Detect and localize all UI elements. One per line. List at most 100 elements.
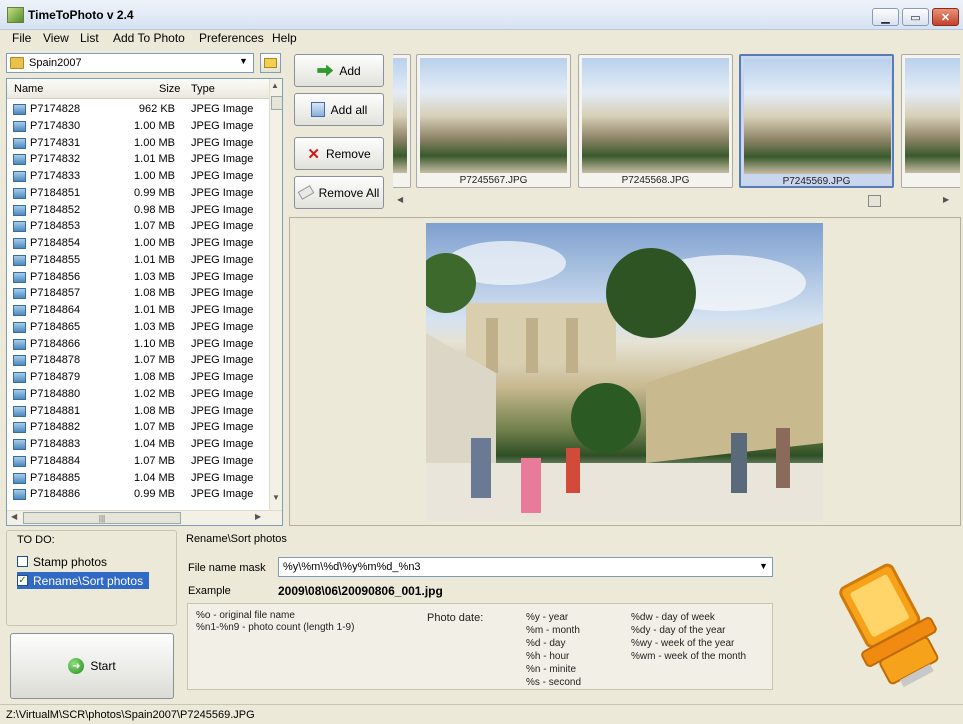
file-type: JPEG Image (191, 421, 254, 434)
file-row[interactable]: P7184855 1.01 MB JPEG Image (7, 252, 269, 269)
menu-file[interactable]: File (8, 30, 35, 48)
checkbox-checked-icon[interactable]: ✓ (17, 575, 28, 586)
legend-item: %s - second (526, 677, 582, 688)
file-name: P7174830 (30, 119, 81, 132)
legend-item: %o - original file name (196, 610, 295, 621)
file-name: P7184853 (30, 220, 81, 233)
file-row[interactable]: P7184881 1.08 MB JPEG Image (7, 403, 269, 420)
file-size: 1.00 MB (134, 119, 175, 132)
scroll-up-icon[interactable]: ▲ (271, 81, 279, 90)
start-button[interactable]: ➜ Start (10, 633, 174, 699)
thumbnail-selected[interactable]: P7245569.JPG (739, 54, 894, 188)
scroll-thumb[interactable]: ||| (23, 512, 181, 524)
file-name: P7184878 (30, 354, 81, 367)
menu-view[interactable]: View (39, 30, 73, 48)
app-icon (7, 7, 24, 23)
file-row[interactable]: P7184865 1.03 MB JPEG Image (7, 319, 269, 336)
file-row[interactable]: P7184856 1.03 MB JPEG Image (7, 269, 269, 286)
file-name: P7184884 (30, 454, 81, 467)
legend-item: %dw - day of week (631, 612, 715, 623)
file-row[interactable]: P7184880 1.02 MB JPEG Image (7, 386, 269, 403)
file-row[interactable]: P7184879 1.08 MB JPEG Image (7, 369, 269, 386)
maximize-icon: ▭ (910, 11, 921, 24)
menu-list[interactable]: List (76, 30, 103, 48)
file-row[interactable]: P7184883 1.04 MB JPEG Image (7, 436, 269, 453)
file-row[interactable]: P7174831 1.00 MB JPEG Image (7, 135, 269, 152)
file-row[interactable]: P7184882 1.07 MB JPEG Image (7, 419, 269, 436)
file-type: JPEG Image (191, 237, 254, 249)
column-name[interactable]: Name (14, 83, 43, 95)
file-row[interactable]: P7174830 1.00 MB JPEG Image (7, 118, 269, 135)
file-row[interactable]: P7184851 0.99 MB JPEG Image (7, 185, 269, 202)
preview-panel (289, 217, 961, 526)
file-name: P7184883 (30, 438, 81, 450)
window-title: TimeToPhoto v 2.4 (28, 8, 134, 22)
browse-folder-button[interactable] (260, 53, 281, 73)
add-button[interactable]: Add (294, 54, 384, 87)
file-row[interactable]: P7184852 0.98 MB JPEG Image (7, 202, 269, 219)
thumbnail[interactable]: P7 (901, 54, 960, 188)
column-type[interactable]: Type (191, 83, 215, 95)
maximize-button[interactable]: ▭ (902, 8, 929, 26)
file-row[interactable]: P7184854 1.00 MB JPEG Image (7, 235, 269, 252)
menu-add-to-photo[interactable]: Add To Photo (109, 30, 189, 48)
file-list-horizontal-scrollbar[interactable]: ◀ ||| ▶ (7, 510, 282, 525)
image-file-icon (13, 455, 26, 467)
thumbnail-caption: P7245569.JPG (782, 176, 851, 187)
file-row[interactable]: P7184857 1.08 MB JPEG Image (7, 285, 269, 302)
menu-preferences[interactable]: Preferences (195, 30, 268, 48)
legend-item: %d - day (526, 638, 566, 649)
image-file-icon (13, 104, 26, 115)
stamp-photos-checkbox[interactable]: Stamp photos (17, 553, 107, 570)
image-file-icon (13, 372, 26, 383)
file-size: 1.07 MB (134, 220, 175, 233)
chevron-down-icon[interactable]: ▼ (759, 561, 768, 571)
file-type: JPEG Image (191, 471, 254, 484)
scroll-left-icon[interactable]: ◀ (397, 195, 403, 204)
add-all-icon (310, 102, 325, 117)
image-file-icon (13, 137, 26, 149)
scroll-right-icon[interactable]: ▶ (943, 195, 949, 204)
file-row[interactable]: P7174833 1.00 MB JPEG Image (7, 168, 269, 185)
legend-item: %dy - day of the year (631, 625, 726, 636)
file-row[interactable]: P7174832 1.01 MB JPEG Image (7, 151, 269, 168)
scroll-thumb[interactable] (868, 195, 881, 207)
file-row[interactable]: P7184866 1.10 MB JPEG Image (7, 336, 269, 353)
file-row[interactable]: P7174828 962 KB JPEG Image (7, 101, 269, 118)
file-row[interactable]: P7184884 1.07 MB JPEG Image (7, 453, 269, 470)
thumbnail-scrollbar[interactable]: ◀ ▶ (393, 192, 960, 208)
file-row[interactable]: P7184885 1.04 MB JPEG Image (7, 470, 269, 487)
start-button-label: Start (90, 659, 116, 673)
thumbnail[interactable] (393, 54, 411, 188)
file-row[interactable]: P7184864 1.01 MB JPEG Image (7, 302, 269, 319)
menu-help[interactable]: Help (268, 30, 301, 48)
scroll-thumb[interactable] (271, 96, 282, 110)
column-size[interactable]: Size (159, 83, 180, 95)
remove-button[interactable]: ✕ Remove (294, 137, 384, 170)
play-icon: ➜ (68, 658, 85, 674)
image-file-icon (13, 204, 26, 216)
file-name-mask-input[interactable]: %y\%m\%d\%y%m%d_%n3 ▼ (278, 557, 773, 577)
thumbnail-strip[interactable]: P7245567.JPG P7245568.JPG P7245569.JPG P… (393, 52, 960, 190)
close-button[interactable]: ✕ (932, 8, 959, 26)
remove-all-button[interactable]: Remove All (294, 176, 384, 209)
scroll-down-icon[interactable]: ▼ (272, 493, 280, 502)
file-row[interactable]: P7184853 1.07 MB JPEG Image (7, 218, 269, 235)
file-list-vertical-scrollbar[interactable]: ▲ ▼ (269, 79, 282, 510)
folder-select[interactable]: Spain2007 ▼ (6, 53, 254, 73)
file-list[interactable]: Name Size Type P7174828 962 KB JPEG Image P… (6, 78, 283, 526)
thumbnail[interactable]: P7245568.JPG (578, 54, 733, 188)
checkbox-unchecked-icon[interactable] (17, 556, 28, 567)
file-row[interactable]: P7184878 1.07 MB JPEG Image (7, 352, 269, 369)
scroll-left-icon[interactable]: ◀ (11, 512, 17, 521)
add-all-button[interactable]: Add all (294, 93, 384, 126)
rename-sort-checkbox[interactable]: ✓ Rename\Sort photos (17, 572, 150, 589)
image-file-icon (13, 120, 26, 132)
minimize-button[interactable]: ▁ (872, 8, 899, 26)
file-row[interactable]: P7184886 0.99 MB JPEG Image (7, 486, 269, 503)
thumbnail[interactable]: P7245567.JPG (416, 54, 571, 188)
image-file-icon (13, 439, 26, 450)
stamp-photos-label: Stamp photos (33, 554, 108, 569)
scroll-right-icon[interactable]: ▶ (255, 512, 261, 521)
close-icon: ✕ (940, 11, 951, 24)
